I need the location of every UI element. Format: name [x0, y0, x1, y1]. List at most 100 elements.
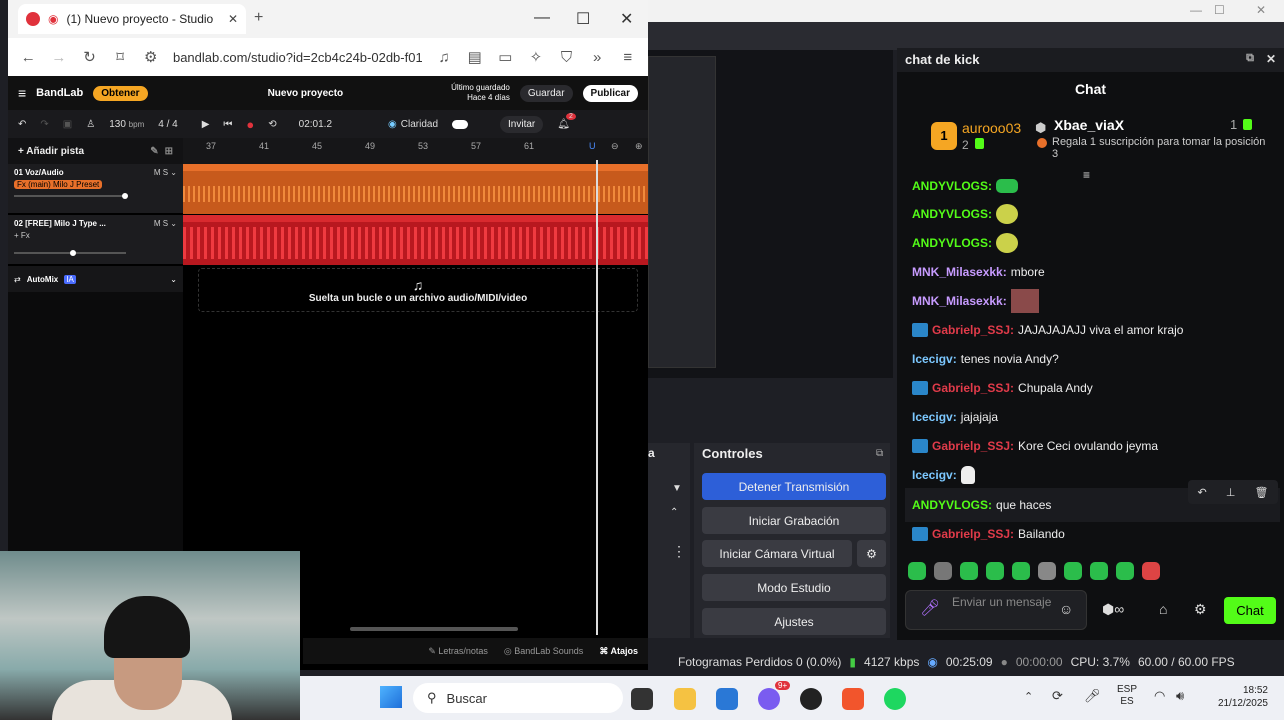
gear-icon[interactable]: ⚙ — [857, 540, 886, 567]
mic-tray-icon[interactable]: 🎤︎ — [1084, 688, 1101, 704]
mute-button[interactable]: M — [154, 168, 161, 177]
chat-username[interactable]: Gabrielp_SSJ: — [932, 323, 1014, 337]
chat-message[interactable]: MNK_Milasexkk: mbore — [912, 263, 1045, 281]
undo-icon[interactable]: ↶ — [18, 119, 26, 130]
snap-icon[interactable]: U — [589, 141, 596, 151]
track-1-clip[interactable] — [183, 164, 648, 214]
track-2-fx[interactable]: + Fx — [14, 231, 177, 240]
taskbar-search[interactable]: ⚲ Buscar — [413, 683, 623, 713]
horizontal-scrollbar[interactable] — [350, 627, 518, 631]
menu-icon[interactable]: ≡ — [619, 49, 636, 66]
loop-icon[interactable]: ⟲ — [268, 119, 276, 130]
solo-button[interactable]: S — [163, 168, 168, 177]
emote-icon[interactable] — [1038, 562, 1056, 580]
shield-icon[interactable]: ⛉ — [558, 49, 575, 66]
windows-start-icon[interactable] — [380, 686, 402, 708]
playhead[interactable] — [596, 160, 598, 635]
add-track-button[interactable]: + Añadir pista — [18, 146, 84, 157]
emote-icon[interactable] — [986, 562, 1004, 580]
skip-back-icon[interactable]: ⏮ — [223, 119, 232, 130]
leader2-name[interactable]: Xbae_viaX — [1054, 117, 1124, 133]
emote-icon[interactable] — [1090, 562, 1108, 580]
maximize-icon[interactable]: ☐ — [1214, 3, 1225, 17]
chat-message[interactable]: ANDYVLOGS: — [912, 204, 1019, 224]
maximize-icon[interactable]: ☐ — [576, 9, 590, 29]
store-icon[interactable]: ⌂ — [1159, 601, 1167, 617]
ai-icon[interactable]: ✧ — [528, 48, 545, 66]
language-indicator[interactable]: ESP ES — [1117, 684, 1137, 708]
bpm-value[interactable]: 130 — [109, 119, 126, 130]
chat-username[interactable]: Gabrielp_SSJ: — [932, 381, 1014, 395]
redo-icon[interactable]: ↷ — [40, 119, 48, 130]
track-1-volume-slider[interactable] — [14, 193, 128, 199]
settings-icon[interactable]: ⚙ — [1194, 601, 1207, 618]
emote-icon[interactable] — [908, 562, 926, 580]
chat-message[interactable]: ANDYVLOGS: — [912, 177, 1019, 195]
zoom-out-icon[interactable]: ⊖ — [611, 141, 619, 152]
forward-icon[interactable]: → — [51, 49, 68, 66]
leader-name[interactable]: aurooo03 — [962, 120, 1021, 136]
virtual-camera-button[interactable]: Iniciar Cámara Virtual — [702, 540, 852, 567]
save-button[interactable]: Guardar — [519, 84, 573, 102]
bandlab-logo[interactable]: BandLab — [36, 87, 83, 99]
time-signature[interactable]: 4 / 4 — [158, 119, 177, 130]
track-2-volume-slider[interactable] — [14, 250, 126, 256]
chat-username[interactable]: ANDYVLOGS: — [912, 207, 992, 221]
emote-icon[interactable] — [934, 562, 952, 580]
bell-icon[interactable]: 🔔︎ 2 — [557, 112, 576, 130]
record-icon[interactable]: ● — [246, 117, 254, 132]
chat-message[interactable]: Gabrielp_SSJ: JAJAJAJAJJ viva el amor kra… — [912, 321, 1183, 339]
chat-message[interactable]: Gabrielp_SSJ: Kore Ceci ovulando jeyma — [912, 437, 1158, 455]
emote-icon[interactable] — [1012, 562, 1030, 580]
shortcuts-button[interactable]: ⌘ Atajos — [599, 646, 638, 657]
chevron-up-icon[interactable]: ⌃ — [1024, 690, 1033, 703]
gift-bar-icon[interactable]: ⬢∞ — [1102, 601, 1124, 618]
volume-icon[interactable]: 🔊︎ — [1176, 688, 1184, 704]
stepper-icon[interactable]: ⌃ — [670, 507, 678, 518]
obtener-button[interactable]: Obtener — [93, 85, 148, 101]
brave-icon[interactable] — [842, 688, 864, 710]
chevron-down-icon[interactable]: ⌄ — [170, 275, 177, 284]
clarity-toggle[interactable] — [452, 119, 469, 129]
browser-tab[interactable]: ◉ (1) Nuevo proyecto - Studio ✕ — [18, 4, 246, 34]
track-1-fx[interactable]: Fx (main) Milo J Preset — [14, 180, 103, 189]
emote-icon[interactable] — [1142, 562, 1160, 580]
close-icon[interactable]: ✕ — [1266, 52, 1276, 66]
chat-username[interactable]: ANDYVLOGS: — [912, 236, 992, 250]
url-field[interactable]: bandlab.com/studio?id=2cb4c24b-02db-f011 — [173, 50, 422, 65]
track-2-header[interactable]: 02 [FREE] Milo J Type ... M S ⌄ + Fx — [8, 215, 183, 265]
obs-app-icon[interactable] — [800, 688, 822, 710]
wifi-icon[interactable]: ◠ — [1154, 688, 1165, 704]
more-arrow-icon[interactable]: » — [589, 49, 606, 66]
dock-float-icon[interactable]: ⧉ — [876, 448, 883, 459]
mute-button[interactable]: M — [154, 219, 161, 228]
reload-icon[interactable]: ↻ — [81, 48, 98, 66]
task-view-icon[interactable] — [631, 688, 653, 710]
chat-username[interactable]: ANDYVLOGS: — [912, 498, 992, 512]
close-icon[interactable]: ✕ — [620, 9, 633, 29]
reply-icon[interactable]: ↶ — [1198, 486, 1207, 499]
chat-username[interactable]: Gabrielp_SSJ: — [932, 439, 1014, 453]
edit-icon[interactable]: ✎ — [150, 146, 158, 157]
store-app-icon[interactable] — [716, 688, 738, 710]
settings-button[interactable]: Ajustes — [702, 608, 886, 635]
emote-icon[interactable] — [960, 562, 978, 580]
expand-icon[interactable]: ≡ — [1083, 168, 1090, 182]
chat-username[interactable]: ANDYVLOGS: — [912, 179, 992, 193]
new-tab-icon[interactable]: + — [254, 9, 263, 27]
minimize-icon[interactable]: — — [1190, 3, 1202, 17]
file-explorer-icon[interactable] — [674, 688, 696, 710]
track-2-clip[interactable] — [183, 215, 648, 265]
back-icon[interactable]: ← — [20, 49, 37, 66]
chat-username[interactable]: Icecigv: — [912, 410, 957, 424]
chat-username[interactable]: Gabrielp_SSJ: — [932, 527, 1014, 541]
timeline-ruler[interactable]: 37 41 45 49 53 57 61 U ⊖ ⊕ — [183, 138, 648, 164]
emote-icon[interactable] — [1116, 562, 1134, 580]
pin-icon[interactable]: ⊥ — [1226, 486, 1236, 499]
minimize-icon[interactable]: — — [534, 9, 550, 27]
spotify-icon[interactable] — [884, 688, 906, 710]
hamburger-icon[interactable]: ≡ — [18, 85, 26, 101]
lyrics-button[interactable]: ✎ Letras/notas — [428, 646, 488, 657]
start-record-button[interactable]: Iniciar Grabación — [702, 507, 886, 534]
emoji-icon[interactable]: ☺ — [1059, 601, 1073, 617]
